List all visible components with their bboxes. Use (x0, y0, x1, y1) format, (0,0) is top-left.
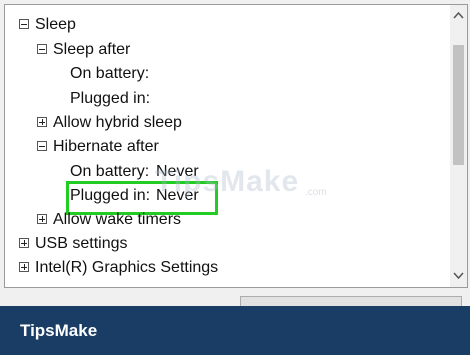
collapse-icon[interactable] (19, 19, 29, 29)
footer-brand-logo: TipsMake (20, 321, 98, 340)
vertical-scrollbar[interactable] (450, 5, 467, 287)
tree-item-label: Allow wake timers (53, 211, 182, 228)
tree-item-label: Intel(R) Graphics Settings (35, 259, 219, 276)
scroll-up-icon[interactable] (450, 7, 467, 24)
tree-item-label: Sleep (35, 16, 76, 33)
expand-icon[interactable] (19, 262, 29, 272)
expand-icon[interactable] (37, 214, 47, 224)
tree-item-label: Sleep after (53, 41, 131, 58)
collapse-icon[interactable] (37, 141, 47, 151)
watermark: TipsMake (155, 165, 300, 198)
expand-icon[interactable] (19, 238, 29, 248)
tree-item-label: Hibernate after (53, 138, 159, 155)
tree-item-label: USB settings (35, 235, 128, 252)
setting-label: On battery: (70, 65, 150, 82)
power-settings-tree[interactable]: Sleep Sleep after On battery: Plugged in… (4, 4, 468, 288)
footer-banner: TipsMake (0, 306, 470, 355)
collapse-icon[interactable] (37, 44, 47, 54)
setting-label: Plugged in: (70, 90, 151, 107)
tree-item-label: Allow hybrid sleep (53, 114, 182, 131)
scroll-down-icon[interactable] (450, 267, 467, 284)
scroll-thumb[interactable] (453, 45, 464, 165)
watermark-suffix: .com (305, 187, 327, 198)
expand-icon[interactable] (37, 117, 47, 127)
